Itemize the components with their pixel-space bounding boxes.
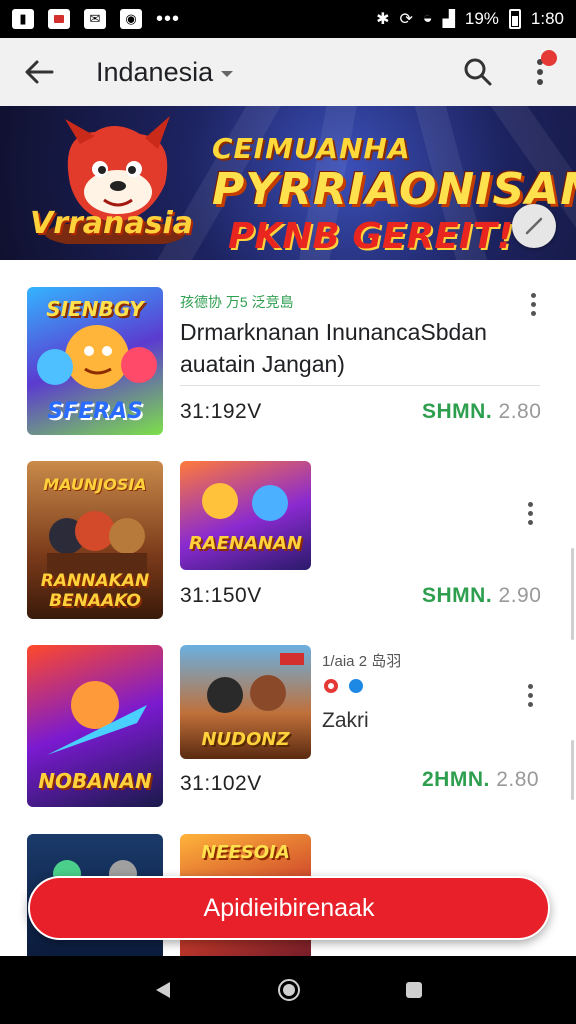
card-price: 31:102V (180, 772, 262, 795)
card-developer: Zakri (322, 709, 369, 732)
game-thumbnail[interactable]: NUDONZ (180, 645, 311, 759)
banner-headline-3: PKNB GEREIT! (228, 216, 514, 257)
screen: ▮ ✉ ◉ ••• ✱ ⟳ ◒ ▟ 19% 1:80 Indanesia Vrr… (0, 0, 576, 1024)
bluetooth-icon: ✱ (376, 11, 390, 28)
card-small-text: 1/aia 2 岛羽 (322, 653, 402, 670)
status-bar: ▮ ✉ ◉ ••• ✱ ⟳ ◒ ▟ 19% 1:80 (0, 0, 576, 38)
nav-back-icon[interactable] (152, 979, 174, 1001)
back-arrow-icon (25, 60, 54, 84)
card-price-sale: 2HMN. 2.80 (422, 768, 539, 792)
card-price-sale: SHMN. 2.90 (422, 584, 541, 608)
divider (180, 385, 540, 386)
price-sale-prefix: SHMN. (422, 584, 493, 607)
price-sale-prefix: 2HMN. (422, 768, 490, 791)
thumbnail-label: RANNAKAN BENAAKO (40, 571, 150, 611)
price-sale-value: 2.90 (498, 584, 542, 607)
notification-icon: ▮ (12, 9, 34, 29)
thumbnail-label: RAENANAN (188, 533, 303, 554)
card-overflow-button[interactable] (522, 502, 538, 525)
card-title: Drmarknanan InunancaSbdan auatain Jangan… (180, 316, 487, 380)
country-selector[interactable]: Indanesia (96, 56, 234, 88)
price-sale-value: 2.80 (496, 768, 540, 791)
game-thumbnail[interactable]: SIENBGY SFERAS (27, 287, 163, 435)
app-bar: Indanesia (0, 38, 576, 106)
category-icons (324, 679, 363, 693)
mail-icon: ✉ (84, 9, 106, 29)
nav-recents-icon[interactable] (404, 980, 424, 1000)
banner-logo-text: Vrranasia (30, 206, 194, 241)
chevron-down-icon (221, 71, 234, 77)
scrollbar[interactable] (571, 740, 574, 800)
scrollbar[interactable] (571, 548, 574, 640)
clock: 1:80 (530, 9, 564, 28)
thumbnail-top-label: MAUNJOSIA (43, 475, 147, 494)
search-button[interactable] (458, 52, 498, 92)
thumbnail-label: NEESOIA (201, 842, 290, 863)
primary-action-button[interactable]: Apidieibirenaak (28, 876, 550, 940)
card-tagline: 孩德协 万5 泛竞島 (180, 294, 294, 310)
card-price: 31:150V (180, 584, 262, 607)
youtube-icon (48, 9, 70, 29)
game-thumbnail[interactable]: RAENANAN (180, 461, 311, 570)
thumbnail-top-label: SIENBGY (46, 297, 144, 321)
card-price: 31:192V (180, 400, 262, 423)
notification-badge (541, 50, 557, 66)
page-title: Indanesia (96, 56, 214, 87)
promo-banner[interactable]: Vrranasia CEIMUANHA PYRRIAONISAN PKNB GE… (0, 106, 576, 260)
card-price-sale: SHMN. 2.80 (422, 400, 541, 424)
sync-icon: ⟳ (399, 11, 413, 28)
location-icon: ◉ (120, 9, 142, 29)
edit-icon (525, 217, 543, 235)
game-thumbnail[interactable]: MAUNJOSIA RANNAKAN BENAAKO (27, 461, 163, 619)
more-notifications-icon: ••• (156, 8, 181, 30)
thumbnail-label: NUDONZ (201, 729, 290, 750)
price-sale-prefix: SHMN. (422, 400, 493, 423)
thumbnail-label: NOBANAN (38, 769, 152, 793)
battery-icon (508, 9, 521, 29)
card-title-line-2: auatain Jangan) (180, 351, 345, 377)
system-nav-bar (0, 956, 576, 1024)
card-overflow-button[interactable] (522, 684, 538, 707)
card-overflow-button[interactable] (525, 293, 541, 316)
search-icon (464, 58, 492, 86)
game-thumbnail[interactable]: NOBANAN (27, 645, 163, 807)
banner-edit-button[interactable] (512, 204, 556, 248)
battery-percent: 19% (464, 9, 499, 28)
thumbnail-label: SFERAS (47, 399, 143, 424)
signal-icon: ▟ (442, 11, 455, 28)
card-title-line-1: Drmarknanan InunancaSbdan (180, 319, 487, 345)
back-button[interactable] (0, 38, 78, 106)
wifi-icon: ◒ (422, 10, 433, 27)
banner-headline-1: CEIMUANHA (212, 132, 411, 165)
price-sale-value: 2.80 (498, 400, 542, 423)
nav-home-icon[interactable] (277, 978, 301, 1002)
